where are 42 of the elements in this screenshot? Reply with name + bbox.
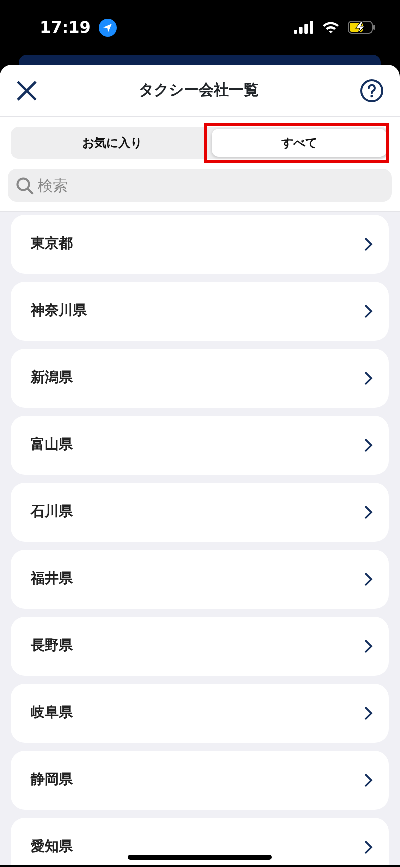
prefecture-name: 東京都 — [31, 234, 73, 254]
search-icon — [16, 177, 34, 195]
prefecture-name: 石川県 — [31, 503, 73, 522]
prefecture-row[interactable]: 福井県 — [11, 550, 389, 609]
chevron-right-icon — [364, 505, 373, 520]
prefecture-name: 富山県 — [31, 436, 73, 455]
prefecture-row[interactable]: 石川県 — [11, 483, 389, 542]
prefecture-name: 静岡県 — [31, 771, 73, 790]
prefecture-row[interactable]: 東京都 — [11, 215, 389, 274]
prefecture-name: 愛知県 — [31, 838, 73, 857]
prefecture-name: 岐阜県 — [31, 704, 73, 723]
chevron-right-icon — [364, 840, 373, 855]
location-icon — [98, 18, 117, 36]
prefecture-row[interactable]: 愛知県 — [11, 818, 389, 865]
chevron-right-icon — [364, 237, 373, 252]
close-button[interactable] — [16, 80, 38, 102]
prefecture-name: 新潟県 — [31, 368, 73, 388]
clock-time: 17:19 — [40, 16, 91, 38]
chevron-right-icon — [364, 304, 373, 319]
prefecture-row[interactable]: 静岡県 — [11, 751, 389, 810]
prefecture-row[interactable]: 長野県 — [11, 617, 389, 676]
prefecture-name: 福井県 — [31, 570, 73, 589]
wifi-icon — [322, 21, 340, 34]
chevron-right-icon — [364, 639, 373, 654]
chevron-right-icon — [364, 438, 373, 453]
tab[interactable]: すべて — [212, 129, 387, 157]
chevron-right-icon — [364, 371, 373, 386]
chevron-right-icon — [364, 572, 373, 587]
help-button[interactable] — [360, 78, 384, 102]
tab[interactable]: お気に入り — [13, 129, 212, 157]
battery-charging-icon — [348, 21, 376, 34]
signal-icon — [294, 21, 314, 34]
prefecture-name: 長野県 — [31, 637, 73, 656]
prefecture-name: 神奈川県 — [31, 302, 87, 321]
prefecture-row[interactable]: 新潟県 — [11, 349, 389, 408]
chevron-right-icon — [364, 706, 373, 721]
prefecture-row[interactable]: 富山県 — [11, 416, 389, 475]
prefecture-row[interactable]: 神奈川県 — [11, 282, 389, 341]
prefecture-row[interactable]: 岐阜県 — [11, 684, 389, 743]
screen-title: タクシー会社一覧 — [139, 80, 259, 102]
chevron-right-icon — [364, 773, 373, 788]
search-field[interactable]: 検索 — [8, 169, 392, 202]
